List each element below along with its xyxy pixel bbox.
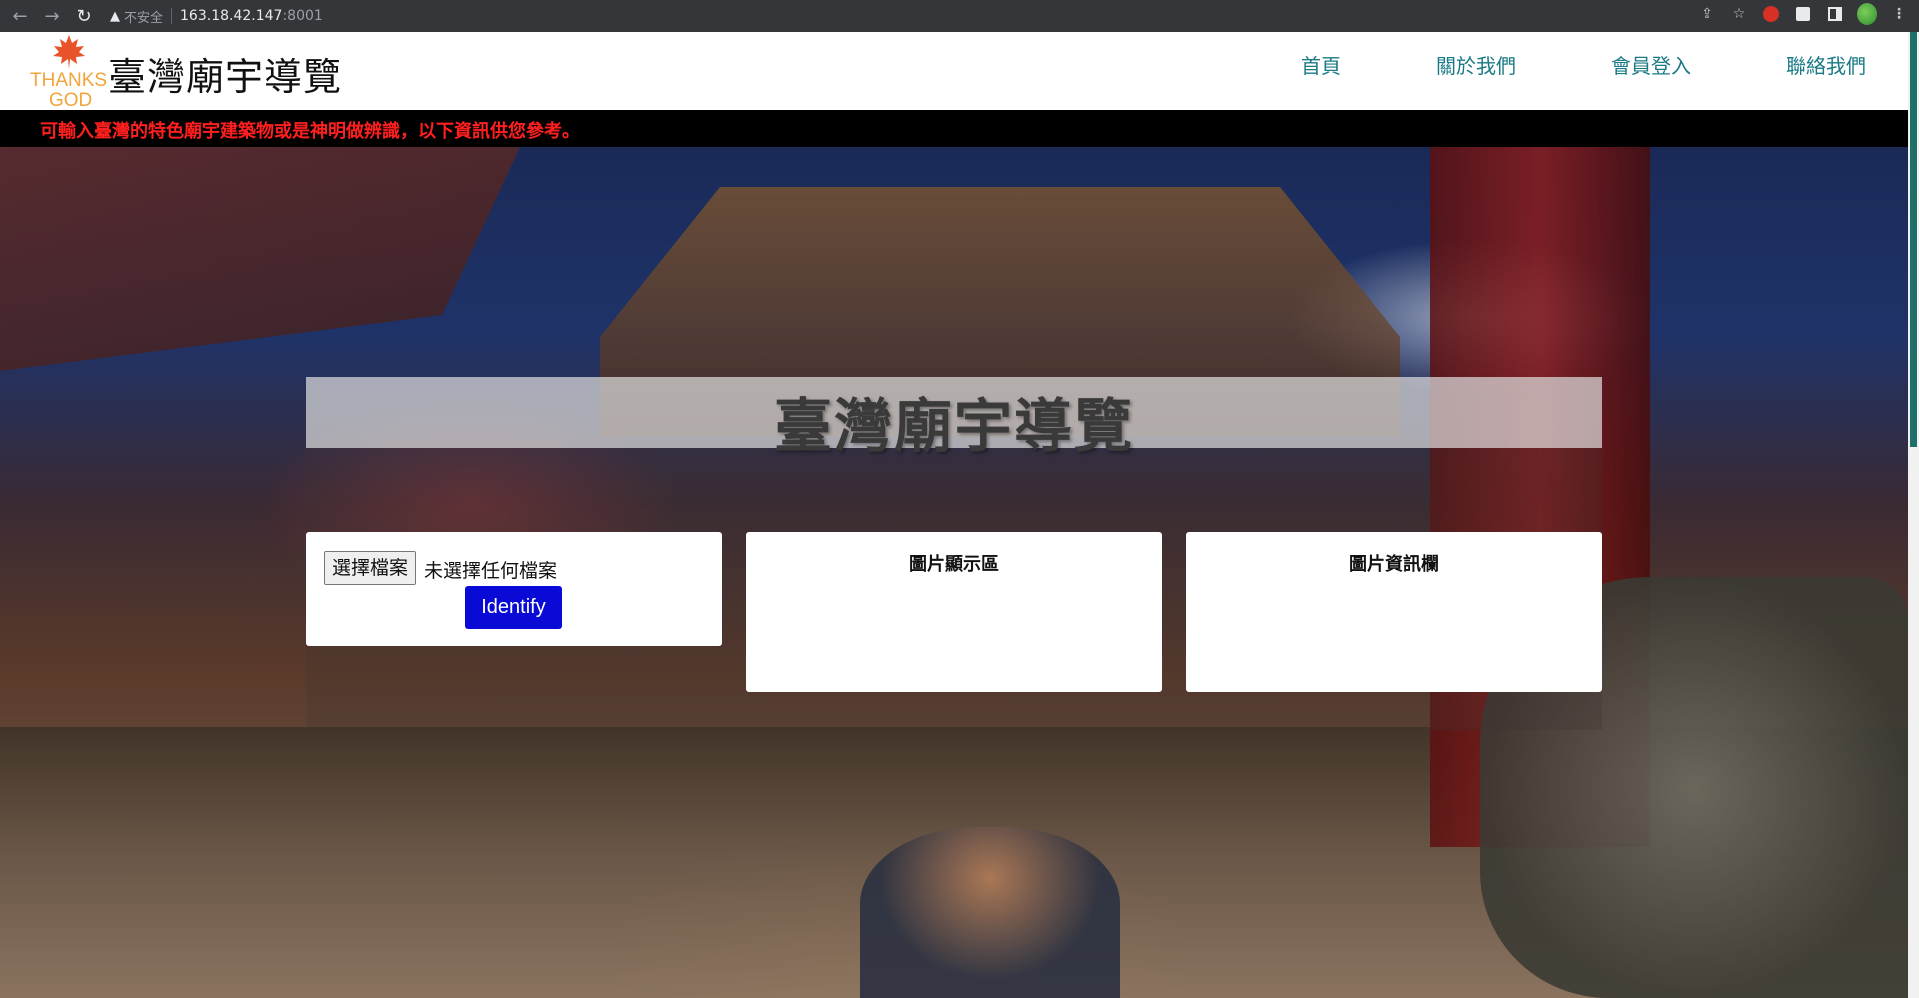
security-label: 不安全 xyxy=(124,10,164,26)
star-icon[interactable]: ☆ xyxy=(1729,4,1749,24)
banner-title: 臺灣廟宇導覽 xyxy=(773,392,1134,460)
extension-red-icon[interactable] xyxy=(1761,4,1781,24)
image-display-heading: 圖片顯示區 xyxy=(909,554,999,575)
main-nav: 首頁 關於我們 會員登入 聯絡我們 xyxy=(1301,50,1866,79)
share-icon[interactable]: ⇪ xyxy=(1697,4,1717,24)
file-status: 未選擇任何檔案 xyxy=(424,560,558,582)
site-title[interactable]: 臺灣廟宇導覽 xyxy=(108,46,342,101)
back-icon[interactable]: ← xyxy=(8,4,32,28)
address-bar[interactable]: ▲ 不安全 163.18.42.147:8001 xyxy=(110,4,323,28)
maple-leaf-icon xyxy=(53,35,85,69)
divider xyxy=(171,8,173,24)
nav-home[interactable]: 首頁 xyxy=(1301,50,1341,79)
title-banner: 臺灣廟宇導覽 xyxy=(306,377,1602,460)
notice-text: 可輸入臺灣的特色廟宇建築物或是神明做辨識，以下資訊供您參考。 xyxy=(40,121,580,142)
page-scrollbar[interactable] xyxy=(1908,32,1919,998)
logo[interactable]: THANKS GOD xyxy=(29,34,109,111)
reload-icon[interactable]: ↻ xyxy=(72,4,96,28)
nav-login[interactable]: 會員登入 xyxy=(1611,50,1691,79)
side-panel-icon[interactable] xyxy=(1825,4,1845,24)
nav-about[interactable]: 關於我們 xyxy=(1436,50,1516,79)
warning-icon[interactable]: ▲ xyxy=(110,9,120,24)
browser-toolbar: ← → ↻ ▲ 不安全 163.18.42.147:8001 ⇪ ☆ ⋮ xyxy=(0,0,1919,32)
image-display-card: 圖片顯示區 xyxy=(746,532,1162,692)
choose-file-button[interactable]: 選擇檔案 xyxy=(324,551,417,585)
image-info-heading: 圖片資訊欄 xyxy=(1349,554,1439,575)
notice-bar: 可輸入臺灣的特色廟宇建築物或是神明做辨識，以下資訊供您參考。 xyxy=(0,110,1908,147)
identify-button[interactable]: Identify xyxy=(465,586,562,629)
nav-contact[interactable]: 聯絡我們 xyxy=(1786,50,1866,79)
forward-icon[interactable]: → xyxy=(40,4,64,28)
logo-text-thanks: THANKS xyxy=(30,70,108,91)
profile-avatar[interactable] xyxy=(1857,3,1877,25)
person xyxy=(860,827,1120,998)
logo-text-god: GOD xyxy=(49,90,93,111)
page-viewport: THANKS GOD 臺灣廟宇導覽 首頁 關於我們 會員登入 聯絡我們 可輸入臺… xyxy=(0,32,1908,998)
scrollbar-thumb[interactable] xyxy=(1910,32,1917,447)
url-port: :8001 xyxy=(282,8,323,24)
upload-card: 選擇檔案 未選擇任何檔案 Identify xyxy=(306,532,722,646)
image-info-card: 圖片資訊欄 xyxy=(1186,532,1602,692)
puzzle-icon[interactable] xyxy=(1793,4,1813,24)
site-header: THANKS GOD 臺灣廟宇導覽 首頁 關於我們 會員登入 聯絡我們 xyxy=(0,32,1908,111)
url-host: 163.18.42.147 xyxy=(180,8,283,24)
menu-icon[interactable]: ⋮ xyxy=(1889,4,1909,24)
